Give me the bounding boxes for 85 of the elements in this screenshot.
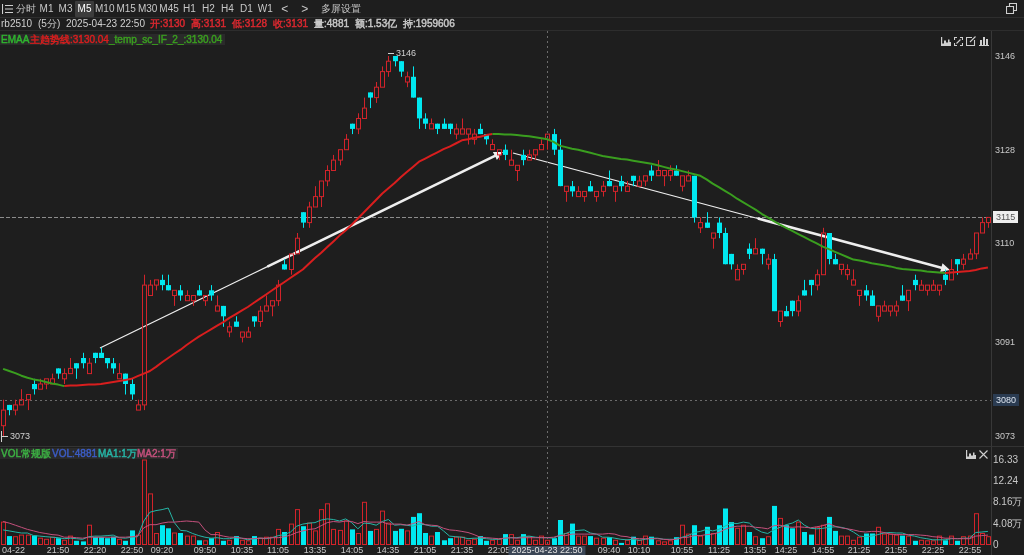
candlestick [282,258,287,270]
period-tab[interactable]: M15 [115,0,137,17]
legend-item: MA1:1万 [98,448,137,459]
axis-tick-label: 3110 [995,237,1015,249]
axis-tick-label: 4.08万 [993,518,1023,530]
axis-tick-label: 12.24 [993,475,1019,487]
time-tick-label: 21:55 [884,546,908,555]
time-tick-label: 22:05 [487,546,511,555]
next-button[interactable]: > [294,0,315,17]
datetime-label: 2025-04-23 22:50 [66,18,145,30]
legend-item: 主趋势线:3130.04 [30,34,109,45]
indicator-name: EMAA [1,34,30,45]
time-tick-label: 11:25 [708,546,730,555]
period-tab[interactable]: M45 [158,0,180,17]
period-label: (5分) [38,18,61,30]
axis-tick-label: 16.33 [993,454,1019,466]
date-label: 04-22 [2,546,26,555]
legend-item: VOL常规版 [1,448,52,459]
period-tab[interactable]: M5 [75,0,94,17]
close-icon[interactable] [979,450,988,459]
bar-chart-icon[interactable] [979,36,989,46]
crosshair-price-label: 3080 [993,394,1020,406]
time-tick-label: 21:35 [450,546,474,555]
quote-field: 低:3128 [232,18,268,30]
high-price-label: 3146 [388,48,417,59]
axis-tick-label: 8.16万 [993,496,1023,508]
restore-window-icon[interactable] [1006,3,1017,14]
time-tick-label: 22:25 [921,546,945,555]
quote-field: 量:4881 [314,18,350,30]
quote-field: 收:3131 [273,18,309,30]
time-tick-label: 22:55 [958,546,982,555]
area-chart-icon[interactable] [941,36,951,46]
axis-tick-label: 3091 [995,336,1016,348]
candlestick [857,289,862,307]
quote-field: 持:1959606 [403,18,455,30]
area-chart-icon[interactable] [966,450,976,459]
legend-item: MA2:1万 [137,448,176,459]
period-tab[interactable]: 分时 [15,0,37,17]
crosshair-time-label: 2025-04-23 22:50 [508,546,586,555]
time-tick-label: 10:35 [230,546,254,555]
period-tab[interactable]: M10 [94,0,116,17]
period-tab[interactable]: M3 [56,0,75,17]
time-tick-label: 09:50 [193,546,217,555]
candlestick [705,211,710,229]
time-tick-label: 13:55 [743,546,767,555]
time-tick-label: 14:05 [340,546,364,555]
period-tab[interactable]: H2 [198,0,218,17]
period-tab[interactable]: D1 [236,0,256,17]
time-tick-label: 10:10 [627,546,651,555]
axis-tick-label: 3128 [995,144,1016,156]
edit-icon[interactable] [966,36,976,46]
quote-field: 开:3130 [150,18,186,30]
time-tick-label: 13:35 [303,546,327,555]
time-tick-label: 22:50 [120,546,144,555]
period-tab[interactable]: H4 [217,0,237,17]
time-tick-label: 21:50 [46,546,70,555]
time-tick-label: 21:25 [847,546,871,555]
low-price-label: 3073 [1,431,31,442]
time-tick-label: 10:55 [670,546,694,555]
candlestick [234,315,239,328]
last-price-label: 3115 [993,211,1019,223]
expand-icon[interactable] [954,36,963,46]
time-tick-label: 11:05 [267,546,289,555]
time-tick-label: 14:25 [774,546,798,555]
quote-field: 额:1.53亿 [355,18,398,30]
period-tab[interactable]: H1 [179,0,199,17]
quote-field: 高:3131 [191,18,227,30]
time-tick-label: 14:35 [376,546,400,555]
period-tab[interactable]: M30 [136,0,159,17]
period-tab[interactable]: W1 [255,0,275,17]
legend-item: _temp_sc_IF_2_:3130.04 [109,34,223,45]
multi-screen-button[interactable]: 多屏设置 [318,0,363,17]
time-tick-label: 21:05 [413,546,437,555]
symbol-label: rb2510 [1,18,33,30]
axis-tick-label: 3146 [995,50,1016,62]
list-icon[interactable] [2,3,13,14]
time-tick-label: 09:20 [150,546,174,555]
previous-button[interactable]: < [274,0,295,17]
axis-tick-label: 3073 [995,430,1016,442]
axis-tick-label: 0 [993,539,999,551]
legend-item: VOL:4881 [52,448,98,459]
period-tab[interactable]: M1 [37,0,56,17]
time-tick-label: 14:55 [811,546,835,555]
time-tick-label: 09:40 [597,546,621,555]
time-tick-label: 22:20 [83,546,107,555]
